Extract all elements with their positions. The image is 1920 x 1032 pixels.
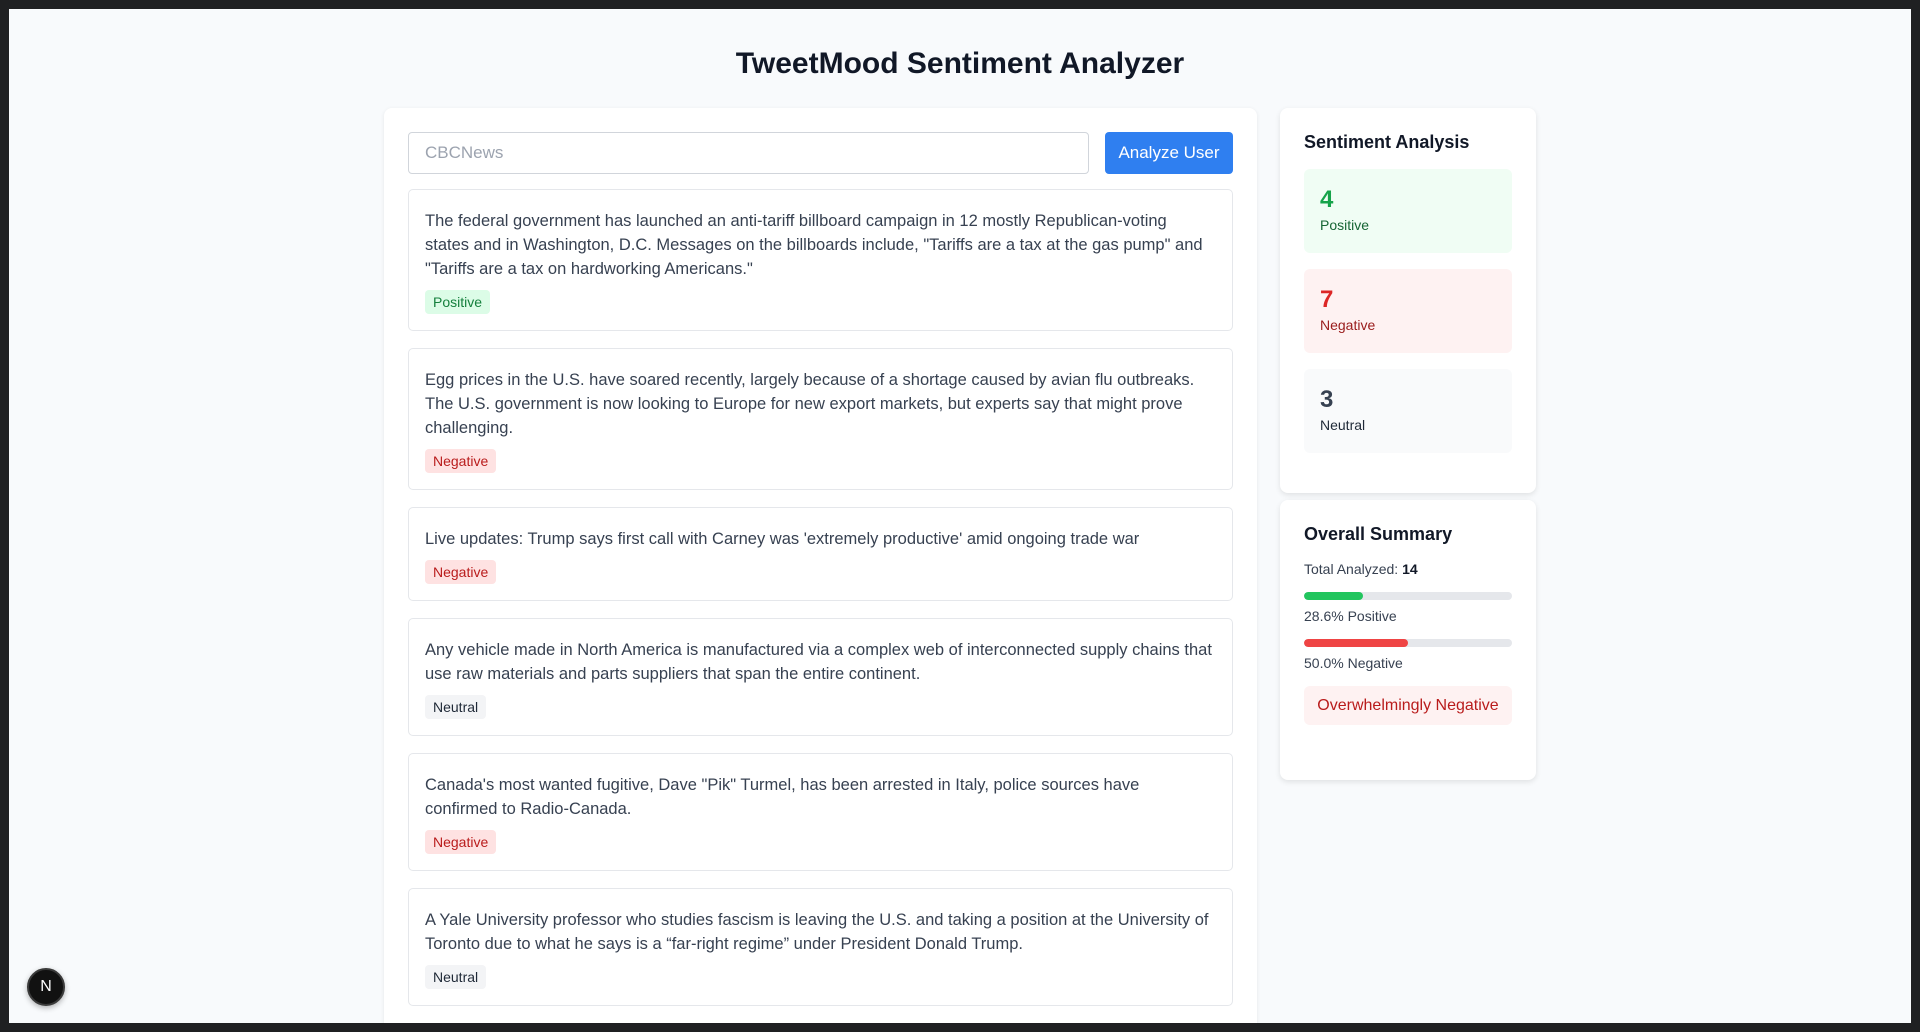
tweet-card: The federal government has launched an a… bbox=[408, 189, 1233, 331]
tweet-text: The federal government has launched an a… bbox=[425, 212, 1203, 278]
sentiment-badge: Negative bbox=[425, 560, 497, 584]
positive-percent-label: 28.6% Positive bbox=[1304, 608, 1397, 624]
nextjs-dev-indicator-button[interactable]: N bbox=[27, 968, 65, 1006]
analyze-user-button[interactable]: Analyze User bbox=[1105, 132, 1233, 174]
search-row: Analyze User bbox=[408, 132, 1233, 174]
tweet-list: The federal government has launched an a… bbox=[408, 189, 1233, 1023]
overall-summary-title: Overall Summary bbox=[1304, 524, 1453, 544]
sentiment-badge: Neutral bbox=[425, 695, 487, 719]
tweet-text: Live updates: Trump says first call with… bbox=[425, 530, 1140, 548]
positive-stat: 4 Positive bbox=[1304, 169, 1512, 253]
negative-progress-bar bbox=[1304, 639, 1512, 647]
sentiment-analysis-panel: Sentiment Analysis 4 Positive 7 Negative… bbox=[1280, 108, 1536, 493]
sentiment-badge: Negative bbox=[425, 449, 497, 473]
positive-progress-bar bbox=[1304, 592, 1512, 600]
neutral-count: 3 bbox=[1320, 386, 1334, 413]
overall-summary-panel: Overall Summary Total Analyzed: 14 28.6%… bbox=[1280, 500, 1536, 780]
tweet-feed-panel: Analyze User The federal government has … bbox=[384, 108, 1257, 1023]
tweet-text: Canada's most wanted fugitive, Dave "Pik… bbox=[425, 776, 1140, 818]
negative-count: 7 bbox=[1320, 286, 1334, 313]
neutral-label: Neutral bbox=[1320, 417, 1366, 433]
sentiment-badge: Negative bbox=[425, 830, 497, 854]
app-viewport: TweetMood Sentiment Analyzer Analyze Use… bbox=[9, 9, 1911, 1023]
tweet-card: Egg prices in the U.S. have soared recen… bbox=[408, 348, 1233, 490]
positive-label: Positive bbox=[1320, 217, 1370, 233]
sentiment-badge: Positive bbox=[425, 290, 491, 314]
total-analyzed-value: 14 bbox=[1402, 561, 1418, 577]
tweet-card: Live updates: Trump says first call with… bbox=[408, 507, 1233, 601]
negative-progress-fill bbox=[1304, 639, 1408, 647]
total-analyzed-label: Total Analyzed: bbox=[1304, 561, 1399, 577]
username-input[interactable] bbox=[408, 132, 1089, 174]
tweet-card: A Yale University professor who studies … bbox=[408, 888, 1233, 1006]
negative-percent-label: 50.0% Negative bbox=[1304, 655, 1403, 671]
tweet-text: Any vehicle made in North America is man… bbox=[425, 641, 1212, 683]
total-analyzed: Total Analyzed: 14 bbox=[1304, 561, 1512, 577]
page-title: TweetMood Sentiment Analyzer bbox=[735, 47, 1185, 80]
positive-count: 4 bbox=[1320, 186, 1334, 213]
tweet-text: Egg prices in the U.S. have soared recen… bbox=[425, 371, 1195, 437]
sentiment-analysis-title: Sentiment Analysis bbox=[1304, 132, 1470, 152]
negative-label: Negative bbox=[1320, 317, 1376, 333]
sentiment-badge: Neutral bbox=[425, 965, 487, 989]
tweet-text: A Yale University professor who studies … bbox=[425, 911, 1209, 953]
tweet-card: Canada's most wanted fugitive, Dave "Pik… bbox=[408, 753, 1233, 871]
overall-verdict-badge: Overwhelmingly Negative bbox=[1304, 686, 1512, 725]
positive-progress-fill bbox=[1304, 592, 1364, 600]
neutral-stat: 3 Neutral bbox=[1304, 369, 1512, 453]
negative-stat: 7 Negative bbox=[1304, 269, 1512, 353]
tweet-card: Any vehicle made in North America is man… bbox=[408, 618, 1233, 736]
